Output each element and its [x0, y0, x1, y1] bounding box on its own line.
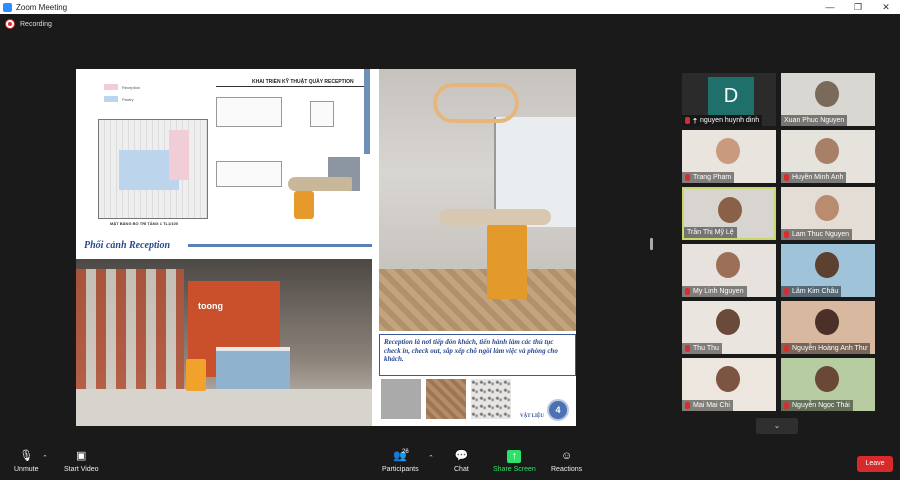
recording-label: Recording	[20, 20, 52, 28]
participant-tile[interactable]: Lam Thuc Nguyen	[781, 187, 875, 240]
minimize-button[interactable]: —	[816, 0, 844, 14]
participant-name: Thu Thu	[693, 345, 719, 352]
muted-mic-icon	[784, 231, 789, 238]
participant-tile[interactable]: D nguyen huynh dinh	[682, 73, 776, 126]
participant-tile[interactable]: Mai Mai Chi	[682, 358, 776, 411]
material-swatch-wood	[426, 379, 466, 419]
chat-button[interactable]: 💬 Chat	[454, 450, 469, 473]
participant-name: Huyền Minh Anh	[792, 174, 844, 181]
elevation-drawing	[216, 97, 282, 127]
plan-caption: MẶT BẰNG BỐ TRÍ TẦNG 1 TL1/100	[110, 221, 179, 226]
chat-label: Chat	[454, 466, 469, 473]
participant-name: nguyen huynh dinh	[700, 117, 760, 124]
zoom-logo-icon	[3, 2, 12, 12]
heading-rule	[188, 244, 372, 247]
maximize-button[interactable]: ❐	[844, 0, 872, 14]
avatar: D	[708, 77, 754, 115]
muted-mic-icon	[685, 174, 690, 181]
participant-name: Nguyễn Ngọc Thái	[792, 402, 850, 409]
close-button[interactable]: ✕	[872, 0, 900, 14]
plan-legend: Reception Pantry	[104, 84, 140, 108]
shared-screen: Reception Pantry MẶT BẰNG BỐ TRÍ TẦNG 1 …	[76, 69, 576, 426]
muted-mic-icon	[784, 288, 789, 295]
participants-options-caret[interactable]: ⌃	[428, 454, 434, 462]
interior-photo	[379, 69, 576, 331]
share-screen-label: Share Screen	[493, 466, 536, 473]
reactions-button[interactable]: ☺ Reactions	[551, 450, 582, 473]
muted-mic-icon	[784, 345, 789, 352]
participant-name: My Linh Nguyen	[693, 288, 744, 295]
share-screen-button[interactable]: ↑ Share Screen	[493, 450, 536, 473]
participant-name: Mai Mai Chi	[693, 402, 730, 409]
slide-caption: Reception là nơi tiếp đón khách, tiến hà…	[384, 338, 558, 363]
participant-tile[interactable]: Trang Pham	[682, 130, 776, 183]
audio-options-caret[interactable]: ⌃	[42, 454, 48, 462]
muted-mic-icon	[685, 117, 690, 124]
start-video-button[interactable]: ▣ Start Video	[64, 450, 99, 473]
plan-drawing	[216, 161, 282, 187]
unmute-label: Unmute	[14, 466, 39, 473]
drawing-title: KHAI TRIỂN KỸ THUẬT QUẦY RECEPTION	[252, 79, 354, 85]
material-swatch-concrete	[381, 379, 421, 419]
slide-technical-section: Reception Pantry MẶT BẰNG BỐ TRÍ TẦNG 1 …	[76, 69, 376, 259]
participant-tile[interactable]: Lâm Kim Châu	[781, 244, 875, 297]
window-title: Zoom Meeting	[16, 2, 68, 12]
material-swatch-terrazzo	[471, 379, 511, 419]
materials-label: VẬT LIỆU	[520, 414, 544, 419]
leave-button[interactable]: Leave	[857, 456, 893, 472]
participant-name: Trần Thị Mỹ Lệ	[687, 229, 734, 236]
muted-mic-icon	[685, 402, 690, 409]
participants-label: Participants	[382, 466, 419, 473]
record-icon	[6, 20, 14, 28]
chat-icon: 💬	[454, 450, 469, 462]
video-off-icon: ▣	[76, 450, 87, 462]
accent-bar	[364, 69, 370, 154]
muted-microphone-icon: 🎙	[19, 450, 34, 462]
reception-photo: toong	[76, 259, 372, 426]
window-titlebar: Zoom Meeting — ❐ ✕	[0, 0, 900, 14]
floor-plan	[98, 119, 208, 219]
muted-mic-icon	[685, 345, 690, 352]
pin-icon	[693, 117, 697, 124]
view-splitter[interactable]	[650, 238, 653, 250]
chevron-down-icon: ⌄	[773, 421, 781, 430]
participant-tile[interactable]: My Linh Nguyen	[682, 244, 776, 297]
side-drawing	[310, 101, 334, 127]
page-number: 4	[547, 399, 569, 421]
participant-tile-active-speaker[interactable]: Trần Thị Mỹ Lệ	[682, 187, 776, 240]
participant-tile[interactable]: Nguyễn Hoàng Anh Thư	[781, 301, 875, 354]
share-screen-icon: ↑	[507, 450, 522, 463]
recording-indicator[interactable]: Recording	[6, 20, 52, 28]
reactions-icon: ☺	[560, 450, 573, 462]
participants-button[interactable]: 👥 26 Participants	[382, 449, 419, 473]
participants-count: 26	[402, 449, 409, 455]
muted-mic-icon	[685, 288, 690, 295]
participant-tile[interactable]: Thu Thu	[682, 301, 776, 354]
participant-tile[interactable]: Nguyễn Ngọc Thái	[781, 358, 875, 411]
reactions-label: Reactions	[551, 466, 583, 473]
participant-name: Lam Thuc Nguyen	[792, 231, 850, 238]
muted-mic-icon	[784, 174, 789, 181]
slide-heading: Phối cảnh Reception	[84, 240, 171, 251]
participant-name: Xuan Phuc Nguyen	[784, 117, 845, 124]
slide-caption-box: Reception là nơi tiếp đón khách, tiến hà…	[379, 334, 576, 376]
window-controls: — ❐ ✕	[816, 0, 900, 14]
participant-name: Lâm Kim Châu	[792, 288, 839, 295]
participant-name: Nguyễn Hoàng Anh Thư	[792, 345, 868, 352]
unmute-button[interactable]: 🎙 Unmute	[14, 450, 39, 473]
reception-desk-render	[288, 157, 360, 219]
legend-reception: Reception	[122, 84, 141, 90]
start-video-label: Start Video	[64, 466, 99, 473]
participant-tile[interactable]: Huyền Minh Anh	[781, 130, 875, 183]
meeting-toolbar: 🎙 Unmute ⌃ ▣ Start Video 👥 26 Participan…	[0, 448, 900, 480]
brand-sign: toong	[198, 301, 223, 311]
participant-name: Trang Pham	[693, 174, 732, 181]
muted-mic-icon	[784, 402, 789, 409]
more-participants-button[interactable]: ⌄	[756, 418, 798, 434]
participant-tile[interactable]: Xuan Phuc Nguyen	[781, 73, 875, 126]
title-rule	[216, 86, 366, 87]
legend-pantry: Pantry	[122, 96, 134, 102]
